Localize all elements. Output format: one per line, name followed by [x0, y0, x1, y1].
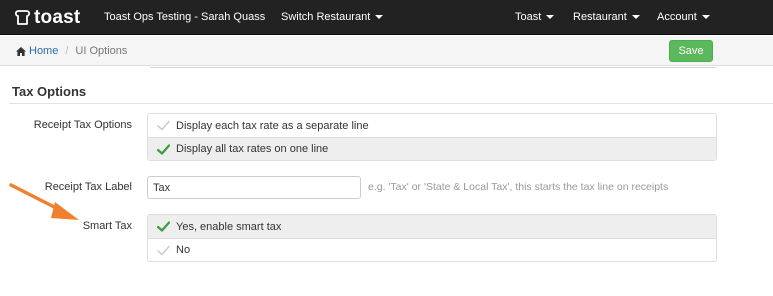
checkmark-icon [157, 221, 170, 232]
breadcrumb-home-label: Home [29, 45, 59, 57]
receipt-tax-option-one-line[interactable]: Display all tax rates on one line [148, 137, 716, 160]
checkmark-icon [157, 120, 170, 131]
smart-tax-option-label: No [176, 244, 191, 256]
toast-logo-icon [14, 10, 31, 25]
breadcrumb-separator: / [65, 45, 69, 57]
smart-tax-options-group: Yes, enable smart tax No [147, 214, 717, 262]
nav-toast-menu-label: Toast [515, 11, 542, 23]
receipt-tax-label-input[interactable] [147, 176, 361, 199]
nav-switch-restaurant-label: Switch Restaurant [281, 11, 371, 23]
nav-account-title[interactable]: Toast Ops Testing - Sarah Quass [104, 0, 265, 35]
save-button[interactable]: Save [669, 40, 713, 62]
receipt-tax-option-separate-lines[interactable]: Display each tax rate as a separate line [148, 114, 716, 137]
receipt-tax-option-label: Display each tax rate as a separate line [176, 119, 369, 132]
smart-tax-option-yes[interactable]: Yes, enable smart tax [148, 215, 716, 238]
smart-tax-label: Smart Tax [82, 220, 132, 232]
nav-switch-restaurant[interactable]: Switch Restaurant [281, 0, 384, 35]
breadcrumb: Home / UI Options [16, 36, 127, 66]
receipt-tax-options-label: Receipt Tax Options [33, 119, 132, 131]
nav-restaurant-menu[interactable]: Restaurant [573, 0, 640, 35]
caret-down-icon [546, 15, 555, 20]
nav-account-menu[interactable]: Account [657, 0, 710, 35]
brand-name: toast [34, 6, 81, 28]
caret-down-icon [701, 15, 710, 20]
smart-tax-option-label: Yes, enable smart tax [176, 220, 282, 233]
nav-toast-menu[interactable]: Toast [515, 0, 555, 35]
caret-down-icon [375, 15, 384, 20]
breadcrumb-home-link[interactable]: Home [16, 45, 58, 57]
checkmark-icon [157, 245, 170, 255]
orange-arrow-icon [9, 183, 79, 220]
receipt-tax-options-group: Display each tax rate as a separate line… [147, 113, 717, 161]
caret-down-icon [631, 15, 640, 20]
breadcrumb-bar: Home / UI Options [0, 36, 773, 66]
home-icon [16, 46, 26, 56]
previous-section-divider [150, 67, 716, 68]
nav-restaurant-menu-label: Restaurant [573, 11, 627, 23]
receipt-tax-label-help: e.g. 'Tax' or 'State & Local Tax', this … [368, 181, 669, 193]
brand[interactable]: toast [14, 7, 80, 28]
top-navbar: toast Toast Ops Testing - Sarah Quass Sw… [0, 0, 773, 35]
breadcrumb-current: UI Options [75, 45, 128, 57]
nav-account-menu-label: Account [657, 11, 697, 23]
section-divider [9, 103, 773, 104]
checkmark-icon [157, 143, 170, 155]
receipt-tax-option-label: Display all tax rates on one line [176, 143, 329, 155]
section-title: Tax Options [12, 84, 87, 99]
smart-tax-option-no[interactable]: No [148, 238, 716, 261]
